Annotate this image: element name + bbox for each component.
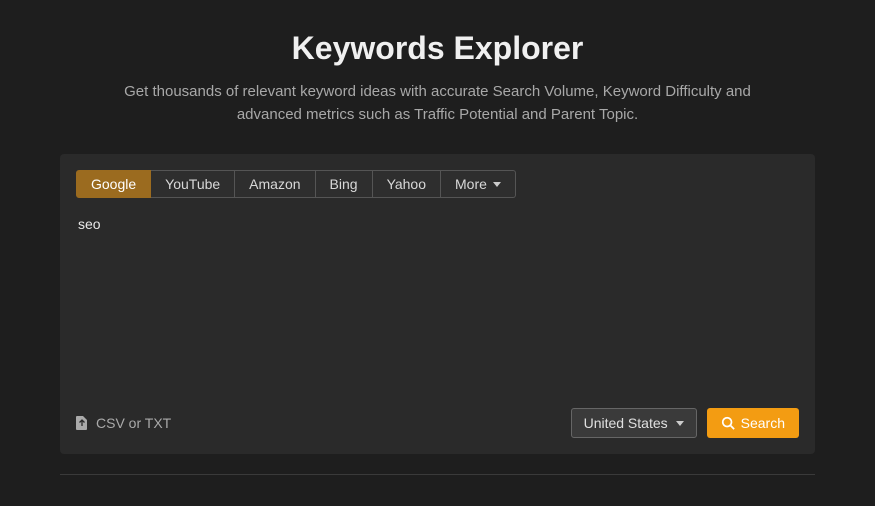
country-selected: United States — [584, 415, 668, 431]
tab-label: More — [455, 176, 487, 192]
tab-google[interactable]: Google — [76, 170, 151, 198]
page-title: Keywords Explorer — [60, 30, 815, 67]
tab-label: YouTube — [165, 176, 220, 192]
page-container: Keywords Explorer Get thousands of relev… — [0, 0, 875, 454]
tab-label: Google — [91, 176, 136, 192]
bottom-bar: CSV or TXT United States Search — [76, 408, 799, 438]
keywords-input[interactable] — [76, 214, 799, 394]
page-subtitle: Get thousands of relevant keyword ideas … — [118, 81, 758, 126]
search-button[interactable]: Search — [707, 408, 799, 438]
search-icon — [721, 416, 735, 430]
tab-label: Bing — [330, 176, 358, 192]
tab-youtube[interactable]: YouTube — [151, 170, 235, 198]
chevron-down-icon — [676, 421, 684, 426]
file-icon — [76, 416, 88, 430]
tab-amazon[interactable]: Amazon — [235, 170, 315, 198]
source-tabs: Google YouTube Amazon Bing Yahoo More — [76, 170, 799, 198]
right-controls: United States Search — [571, 408, 799, 438]
divider — [60, 474, 815, 475]
search-label: Search — [741, 415, 785, 431]
upload-label: CSV or TXT — [96, 415, 171, 431]
tab-bing[interactable]: Bing — [316, 170, 373, 198]
tab-label: Yahoo — [387, 176, 426, 192]
country-select[interactable]: United States — [571, 408, 697, 438]
upload-file-button[interactable]: CSV or TXT — [76, 415, 171, 431]
tab-label: Amazon — [249, 176, 300, 192]
chevron-down-icon — [493, 182, 501, 187]
explorer-panel: Google YouTube Amazon Bing Yahoo More CS… — [60, 154, 815, 454]
tab-yahoo[interactable]: Yahoo — [373, 170, 441, 198]
tab-more[interactable]: More — [441, 170, 516, 198]
